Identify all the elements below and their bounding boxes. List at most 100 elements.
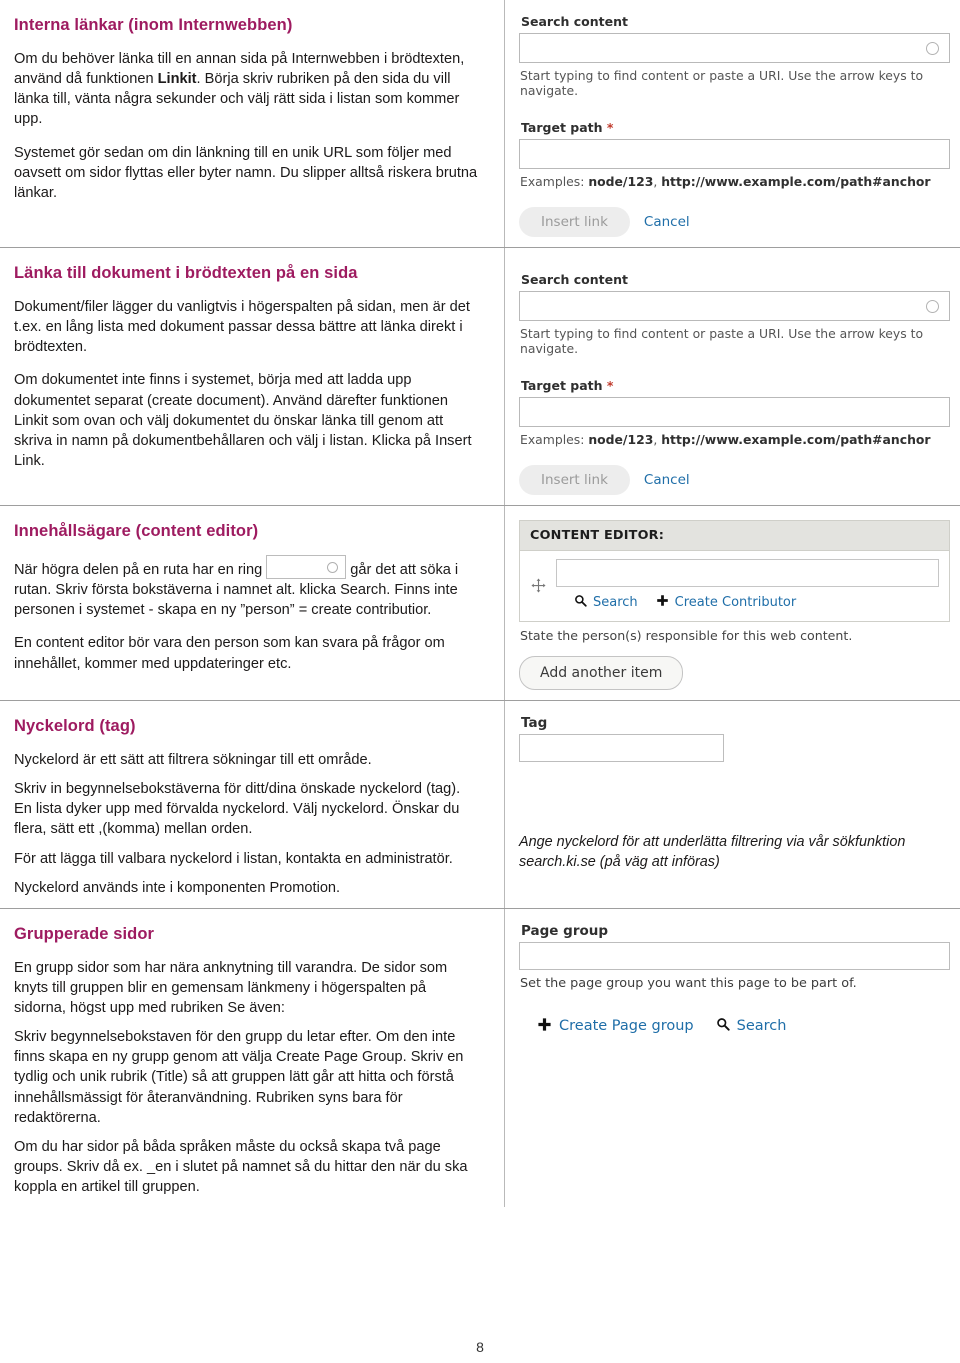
paragraph: Systemet gör sedan om din länkning till …: [14, 144, 478, 201]
section-2-screenshot-column: Search content Start typing to find cont…: [505, 248, 960, 505]
plus-icon: [656, 594, 669, 611]
tag-label: Tag: [521, 715, 548, 731]
section-3-text-column: Innehållsägare (content editor) När högr…: [0, 506, 505, 700]
content-editor-panel: CONTENT EDITOR: Search Create Contributo…: [519, 520, 950, 690]
ring-indicator-icon: [926, 300, 939, 313]
page-group-description: Set the page group you want this page to…: [520, 975, 857, 991]
paragraph: När högra delen på en ruta har en ring gå…: [14, 555, 478, 620]
target-path-input[interactable]: [519, 397, 950, 427]
example-node-path: node/123: [588, 174, 654, 189]
search-icon: [716, 1017, 730, 1035]
section-4-text-column: Nyckelord (tag) Nyckelord är ett sätt at…: [0, 701, 505, 908]
search-content-input[interactable]: [519, 291, 950, 321]
paragraph: För att lägga till valbara nyckelord i l…: [14, 850, 453, 867]
paragraph-text-part-1: När högra delen på en ruta har en ring: [14, 562, 263, 578]
content-editor-panel-title: CONTENT EDITOR:: [519, 520, 950, 550]
section-grupperade-sidor: Grupperade sidor En grupp sidor som har …: [0, 907, 960, 1208]
required-asterisk-icon: *: [606, 378, 614, 393]
search-link[interactable]: Search: [716, 1017, 787, 1035]
section-lanka-till-dokument: Länka till dokument i brödtexten på en s…: [0, 247, 960, 505]
inline-search-box-illustration: [266, 555, 347, 579]
drag-handle-icon[interactable]: [530, 577, 546, 593]
section-heading: Innehållsägare (content editor): [14, 522, 259, 540]
create-page-group-label: Create Page group: [559, 1018, 694, 1035]
search-link-label: Search: [736, 1018, 787, 1035]
section-4-screenshot-column: Tag Ange nyckelord för att underlätta fi…: [505, 701, 960, 908]
target-path-label-text: Target path: [521, 378, 603, 393]
document-page: Interna länkar (inom Internwebben) Om du…: [0, 0, 960, 1363]
paragraph: Nyckelord är ett sätt att filtrera sökni…: [14, 752, 372, 768]
examples-prefix: Examples:: [520, 174, 589, 189]
search-content-label-text: Search content: [521, 14, 628, 29]
content-editor-fields: Search Create Contributor: [556, 559, 939, 611]
add-another-item-button[interactable]: Add another item: [519, 656, 684, 690]
section-heading: Länka till dokument i brödtexten på en s…: [14, 264, 358, 282]
examples-prefix: Examples:: [520, 432, 589, 447]
content-editor-panel-body: Search Create Contributor: [519, 550, 950, 622]
ring-indicator-icon: [327, 562, 339, 573]
example-node-path: node/123: [588, 432, 654, 447]
paragraph: Dokument/filer lägger du vanligtvis i hö…: [14, 299, 470, 356]
page-number: 8: [476, 1339, 484, 1355]
target-path-label-text: Target path: [521, 120, 603, 135]
tag-caption: Ange nyckelord för att underlätta filtre…: [519, 834, 906, 871]
search-content-label-text: Search content: [521, 272, 628, 287]
search-content-label: Search content: [521, 272, 950, 287]
plus-icon: [537, 1017, 552, 1036]
search-content-label: Search content: [521, 14, 950, 29]
paragraph: En grupp sidor som har nära anknytning t…: [14, 959, 448, 1016]
example-url: http://www.example.com/path#anchor: [661, 432, 931, 447]
content-editor-description: State the person(s) responsible for this…: [520, 628, 853, 643]
section-2-text-column: Länka till dokument i brödtexten på en s…: [0, 248, 505, 505]
contributor-search-input[interactable]: [556, 559, 939, 587]
target-path-label: Target path *: [521, 120, 950, 135]
create-contributor-label: Create Contributor: [674, 595, 797, 610]
search-content-hint: Start typing to find content or paste a …: [520, 326, 924, 356]
cancel-link[interactable]: Cancel: [644, 472, 690, 488]
page-title: Interna länkar (inom Internwebben): [14, 16, 293, 34]
dialog-actions: Insert link Cancel: [519, 465, 950, 495]
search-link-label: Search: [593, 595, 638, 610]
section-3-screenshot-column: CONTENT EDITOR: Search Create Contributo…: [505, 506, 960, 700]
page-group-links: Create Page group Search: [519, 1017, 950, 1036]
insert-link-button[interactable]: Insert link: [519, 465, 630, 495]
cancel-link[interactable]: Cancel: [644, 214, 690, 230]
paragraph: En content editor bör vara den person so…: [14, 635, 445, 672]
page-group-label: Page group: [521, 922, 609, 939]
paragraph: Skriv begynnelsebokstaven för den grupp …: [14, 1029, 464, 1126]
page-group-input[interactable]: [519, 941, 950, 970]
section-5-screenshot-column: Page group Set the page group you want t…: [505, 909, 960, 1207]
insert-link-button[interactable]: Insert link: [519, 207, 630, 237]
section-1-text-column: Interna länkar (inom Internwebben) Om du…: [0, 0, 505, 247]
section-interna-lankar: Interna länkar (inom Internwebben) Om du…: [0, 0, 960, 247]
ring-indicator-icon: [926, 42, 939, 55]
paragraph: Nyckelord används inte i komponenten Pro…: [14, 879, 341, 896]
target-path-examples: Examples: node/123, http://www.example.c…: [520, 432, 950, 447]
search-content-input[interactable]: [519, 33, 950, 63]
section-5-text-column: Grupperade sidor En grupp sidor som har …: [0, 908, 505, 1208]
paragraph: Skriv in begynnelsebokstäverna för ditt/…: [14, 781, 461, 838]
target-path-input[interactable]: [519, 139, 950, 169]
section-heading: Grupperade sidor: [14, 924, 155, 943]
search-content-hint: Start typing to find content or paste a …: [520, 68, 924, 98]
section-innehallsagare: Innehållsägare (content editor) När högr…: [0, 505, 960, 700]
section-heading: Nyckelord (tag): [14, 717, 136, 735]
content-editor-links: Search Create Contributor: [556, 594, 939, 611]
section-nyckelord: Nyckelord (tag) Nyckelord är ett sätt at…: [0, 700, 960, 908]
bold-term-linkit: Linkit: [157, 71, 197, 88]
paragraph: Om du har sidor på båda språken måste du…: [14, 1138, 468, 1195]
paragraph: Om dokumentet inte finns i systemet, bör…: [14, 372, 472, 469]
create-contributor-link[interactable]: Create Contributor: [656, 594, 797, 611]
target-path-label: Target path *: [521, 378, 950, 393]
paragraph: Om du behöver länka till en annan sida p…: [14, 49, 478, 130]
section-1-screenshot-column: Search content Start typing to find cont…: [505, 0, 960, 247]
example-url: http://www.example.com/path#anchor: [661, 174, 931, 189]
create-page-group-link[interactable]: Create Page group: [537, 1017, 694, 1036]
search-link[interactable]: Search: [574, 594, 638, 611]
tag-input[interactable]: [519, 734, 724, 762]
target-path-examples: Examples: node/123, http://www.example.c…: [520, 174, 950, 189]
required-asterisk-icon: *: [606, 120, 614, 135]
